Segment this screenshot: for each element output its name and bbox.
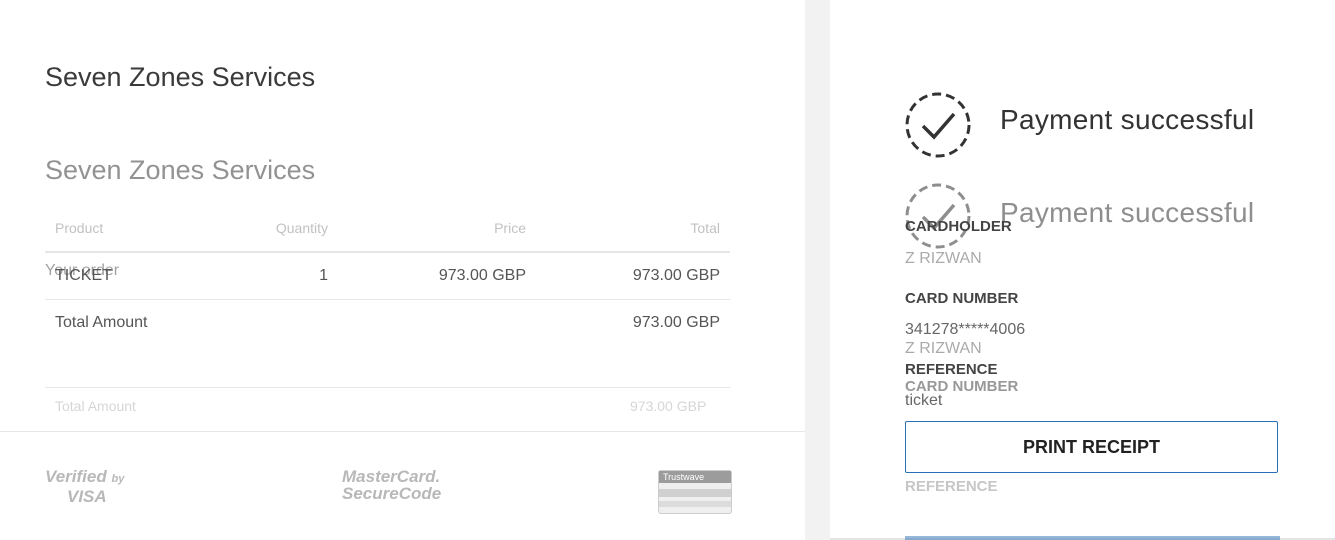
reference-value: ticket [905, 392, 943, 409]
mastercard-securecode-logo: MasterCard. SecureCode [342, 467, 442, 503]
row-total: 973.00 GBP [632, 267, 720, 284]
col-product: Product [55, 220, 104, 236]
payment-status-ghost: Payment successful [1000, 197, 1255, 228]
row-price: 973.00 GBP [438, 267, 526, 284]
order-summary-panel: Seven Zones Services Seven Zones Service… [0, 0, 805, 540]
cardholder-value: Z RIZWAN [905, 250, 982, 267]
reference-label: REFERENCE [905, 361, 998, 378]
reference-label-ghost: REFERENCE [905, 478, 998, 495]
print-receipt-button[interactable]: PRINT RECEIPT [905, 421, 1278, 473]
col-quantity: Quantity [275, 220, 328, 236]
print-receipt-button-ghost [905, 536, 1280, 540]
verified-by-visa-logo: Verified by VISA [45, 467, 125, 506]
trustwave-logo: Trustwave [658, 470, 732, 514]
table-row: TICKET 1 973.00 GBP 973.00 GBP [45, 253, 730, 300]
cardholder-label: CARDHOLDER [905, 218, 1012, 235]
total-label-ghost: Total Amount [55, 398, 136, 414]
row-product: TICKET [55, 267, 112, 284]
total-value: 973.00 GBP [632, 314, 720, 331]
total-value-ghost: 973.00 GBP [630, 398, 707, 414]
payment-status: Payment successful [1000, 104, 1255, 135]
table-header: Product Quantity Price Total [45, 214, 730, 253]
card-number-value: 341278*****4006 [905, 321, 1026, 338]
check-circle-icon-ghost [905, 183, 971, 249]
total-row: Total Amount 973.00 GBP [45, 300, 730, 388]
merchant-title-ghost: Seven Zones Services [45, 155, 316, 185]
cardholder-value-ghost: Z RIZWAN [905, 340, 982, 357]
panel-divider [805, 0, 830, 540]
col-price: Price [494, 220, 526, 236]
col-total: Total [690, 220, 720, 236]
merchant-title: Seven Zones Services [45, 62, 316, 92]
card-number-label: CARD NUMBER [905, 290, 1019, 307]
total-label: Total Amount [55, 314, 148, 331]
row-quantity: 1 [319, 267, 328, 284]
footer-divider [0, 431, 805, 432]
check-circle-icon [905, 92, 971, 158]
order-table: Product Quantity Price Total TICKET 1 97… [45, 214, 730, 388]
